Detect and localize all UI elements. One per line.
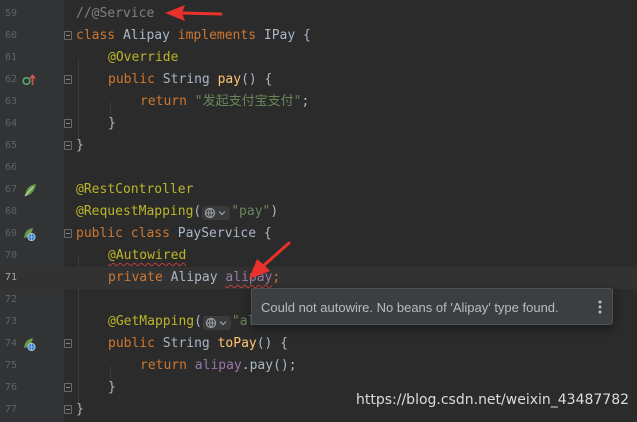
keyword: public [108,72,155,87]
code-text[interactable]: } [108,377,116,399]
keyword: return [140,94,187,109]
line-number: 73 [4,316,17,327]
line-number: 67 [4,184,17,195]
code-line[interactable]: 74 public String toPay() { [0,333,637,355]
code-text[interactable]: return "发起支付宝支付"; [140,91,309,113]
string-literal: "发起支付宝支付" [194,94,302,109]
code-text[interactable]: public class PayService { [76,223,272,245]
code-line[interactable]: 62 public String pay() { [0,69,637,91]
annotation: @GetMapping [108,314,195,329]
code-text[interactable]: } [76,399,84,421]
line-number: 70 [4,250,17,261]
code-text[interactable]: return alipay.pay(); [140,355,297,377]
fold-marker-icon[interactable] [64,141,72,150]
code-text[interactable]: public String pay() { [108,69,272,91]
code-text[interactable]: @RestController [76,179,193,201]
fold-marker-icon[interactable] [64,405,72,414]
method-name: pay [217,72,242,87]
line-number: 66 [4,162,17,173]
code-text[interactable]: @RequestMapping("pay") [76,201,278,223]
line-number: 61 [4,52,17,63]
keyword: return [140,358,187,373]
keyword: public [108,336,155,351]
keyword: implements [177,28,257,43]
code-line[interactable]: 65 } [0,135,637,157]
fold-marker-icon[interactable] [64,383,72,392]
code-line[interactable]: 60 class Alipay implements IPay { [0,25,637,47]
line-number: 65 [4,140,17,151]
code-line[interactable]: 70 @Autowired [0,245,637,267]
method-name: toPay [217,336,257,351]
code-line[interactable]: 61 @Override [0,47,637,69]
fold-marker-icon[interactable] [64,31,72,40]
string-literal: "pay" [231,204,271,219]
code-text[interactable]: class Alipay implements IPay { [76,25,311,47]
line-number: 64 [4,118,17,129]
code-line[interactable]: 68 @RequestMapping("pay") [0,201,637,223]
code-text[interactable]: @Override [108,47,178,69]
keyword: class [76,28,116,43]
code-line[interactable]: 63 return "发起支付宝支付"; [0,91,637,113]
line-number: 69 [4,228,17,239]
fold-marker-icon[interactable] [64,229,72,238]
code-line[interactable]: 64 } [0,113,637,135]
code-line[interactable]: 75 return alipay.pay(); [0,355,637,377]
field-reference: alipay [194,358,242,373]
fold-marker-icon[interactable] [64,119,72,128]
code-line[interactable]: 66 [0,157,637,179]
annotation: @RequestMapping [76,204,194,219]
spring-bean-icon[interactable] [23,182,37,198]
error-tooltip: Could not autowire. No beans of 'Alipay'… [251,288,613,325]
code-text[interactable]: private Alipay alipay; [108,267,280,289]
code-text[interactable]: } [108,113,116,135]
line-number: 63 [4,96,17,107]
line-number: 62 [4,74,17,85]
line-number: 72 [4,294,17,305]
line-number: 76 [4,382,17,393]
code-text[interactable]: @GetMapping("ali [108,311,263,333]
line-number: 77 [4,404,17,415]
more-vertical-icon[interactable] [594,298,606,316]
line-number: 68 [4,206,17,217]
code-line[interactable]: 67 @RestController [0,179,637,201]
web-request-mapping-icon[interactable] [22,336,36,352]
line-number: 74 [4,338,17,349]
code-line[interactable]: 69 public class PayService { [0,223,637,245]
watermark: https://blog.csdn.net/weixin_43487782 [356,392,630,408]
line-number: 60 [4,30,17,41]
fold-marker-icon[interactable] [64,339,72,348]
line-number: 75 [4,360,17,371]
overrides-method-icon[interactable] [22,72,36,88]
web-request-mapping-icon[interactable] [22,226,36,242]
code-text[interactable]: //@Service [76,3,154,25]
code-text[interactable]: public String toPay() { [108,333,288,355]
code-editor[interactable]: 59 //@Service 60 class Alipay implements… [0,0,637,422]
fold-marker-icon[interactable] [64,75,72,84]
field-name-error[interactable]: alipay [225,270,272,285]
line-number: 59 [4,8,17,19]
url-globe-inlay-icon[interactable] [202,315,231,330]
tooltip-message: Could not autowire. No beans of 'Alipay'… [261,300,559,315]
code-text[interactable]: @Autowired [108,245,186,267]
code-text[interactable]: } [76,135,84,157]
line-number: 71 [4,272,17,283]
keyword: private [108,270,163,285]
code-line[interactable]: 59 //@Service [0,3,637,25]
keyword: public class [76,226,170,241]
code-line-current[interactable]: 71 private Alipay alipay; [0,267,637,289]
url-globe-inlay-icon[interactable] [202,205,231,220]
